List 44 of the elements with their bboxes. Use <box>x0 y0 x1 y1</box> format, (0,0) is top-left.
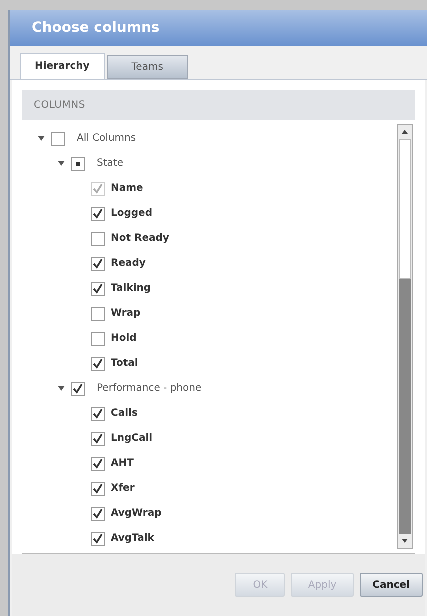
tree-item-label[interactable]: AvgWrap <box>111 506 162 521</box>
checkbox[interactable] <box>91 232 105 246</box>
checkbox[interactable] <box>91 256 105 270</box>
tree-item-label[interactable]: Talking <box>111 281 152 296</box>
checkbox[interactable] <box>51 132 65 146</box>
checkbox[interactable] <box>91 406 105 420</box>
scroll-thumb[interactable] <box>399 139 411 279</box>
collapse-arrow-icon[interactable] <box>38 135 45 142</box>
collapse-arrow-icon[interactable] <box>58 385 65 392</box>
scroll-down-icon[interactable] <box>402 539 408 543</box>
tree-item-label[interactable]: Calls <box>111 406 138 421</box>
tree-item-label[interactable]: AvgTalk <box>111 531 154 546</box>
tree-item-label[interactable]: AHT <box>111 456 134 471</box>
tree-item-label[interactable]: Xfer <box>111 481 135 496</box>
checkbox[interactable] <box>91 482 105 496</box>
collapse-arrow-icon[interactable] <box>58 160 65 167</box>
checkbox[interactable] <box>91 356 105 370</box>
checkbox[interactable] <box>91 506 105 520</box>
tree-item-label[interactable]: Hold <box>111 331 137 346</box>
tree-item-label[interactable]: LngCall <box>111 431 153 446</box>
tree-item-label[interactable]: State <box>97 156 124 171</box>
scroll-up-icon[interactable] <box>402 130 408 134</box>
tree-item-label[interactable]: Wrap <box>111 306 141 321</box>
dialog-button[interactable]: Cancel <box>360 573 423 597</box>
tree-item-label[interactable]: Not Ready <box>111 231 170 246</box>
tab[interactable]: Hierarchy <box>20 53 105 79</box>
tree-item-label[interactable]: Ready <box>111 256 146 271</box>
checkbox[interactable] <box>91 456 105 470</box>
tree-item-label[interactable]: Performance - phone <box>97 381 202 396</box>
columns-header: COLUMNS <box>22 90 415 120</box>
tree-item-label[interactable]: All Columns <box>77 131 136 146</box>
tree-item-label[interactable]: Logged <box>111 206 152 221</box>
tab[interactable]: Teams <box>106 55 188 79</box>
checkbox[interactable] <box>91 432 105 446</box>
checkbox[interactable] <box>91 206 105 220</box>
checkbox[interactable] <box>91 306 105 320</box>
checkbox[interactable] <box>71 156 85 170</box>
checkbox[interactable] <box>91 282 105 296</box>
checkbox[interactable] <box>71 382 85 396</box>
scrollbar[interactable] <box>397 124 413 549</box>
window-title: Choose columns <box>32 18 160 38</box>
checkbox[interactable] <box>91 532 105 546</box>
checkbox[interactable] <box>91 332 105 346</box>
tree-item-label[interactable]: Total <box>111 356 138 371</box>
